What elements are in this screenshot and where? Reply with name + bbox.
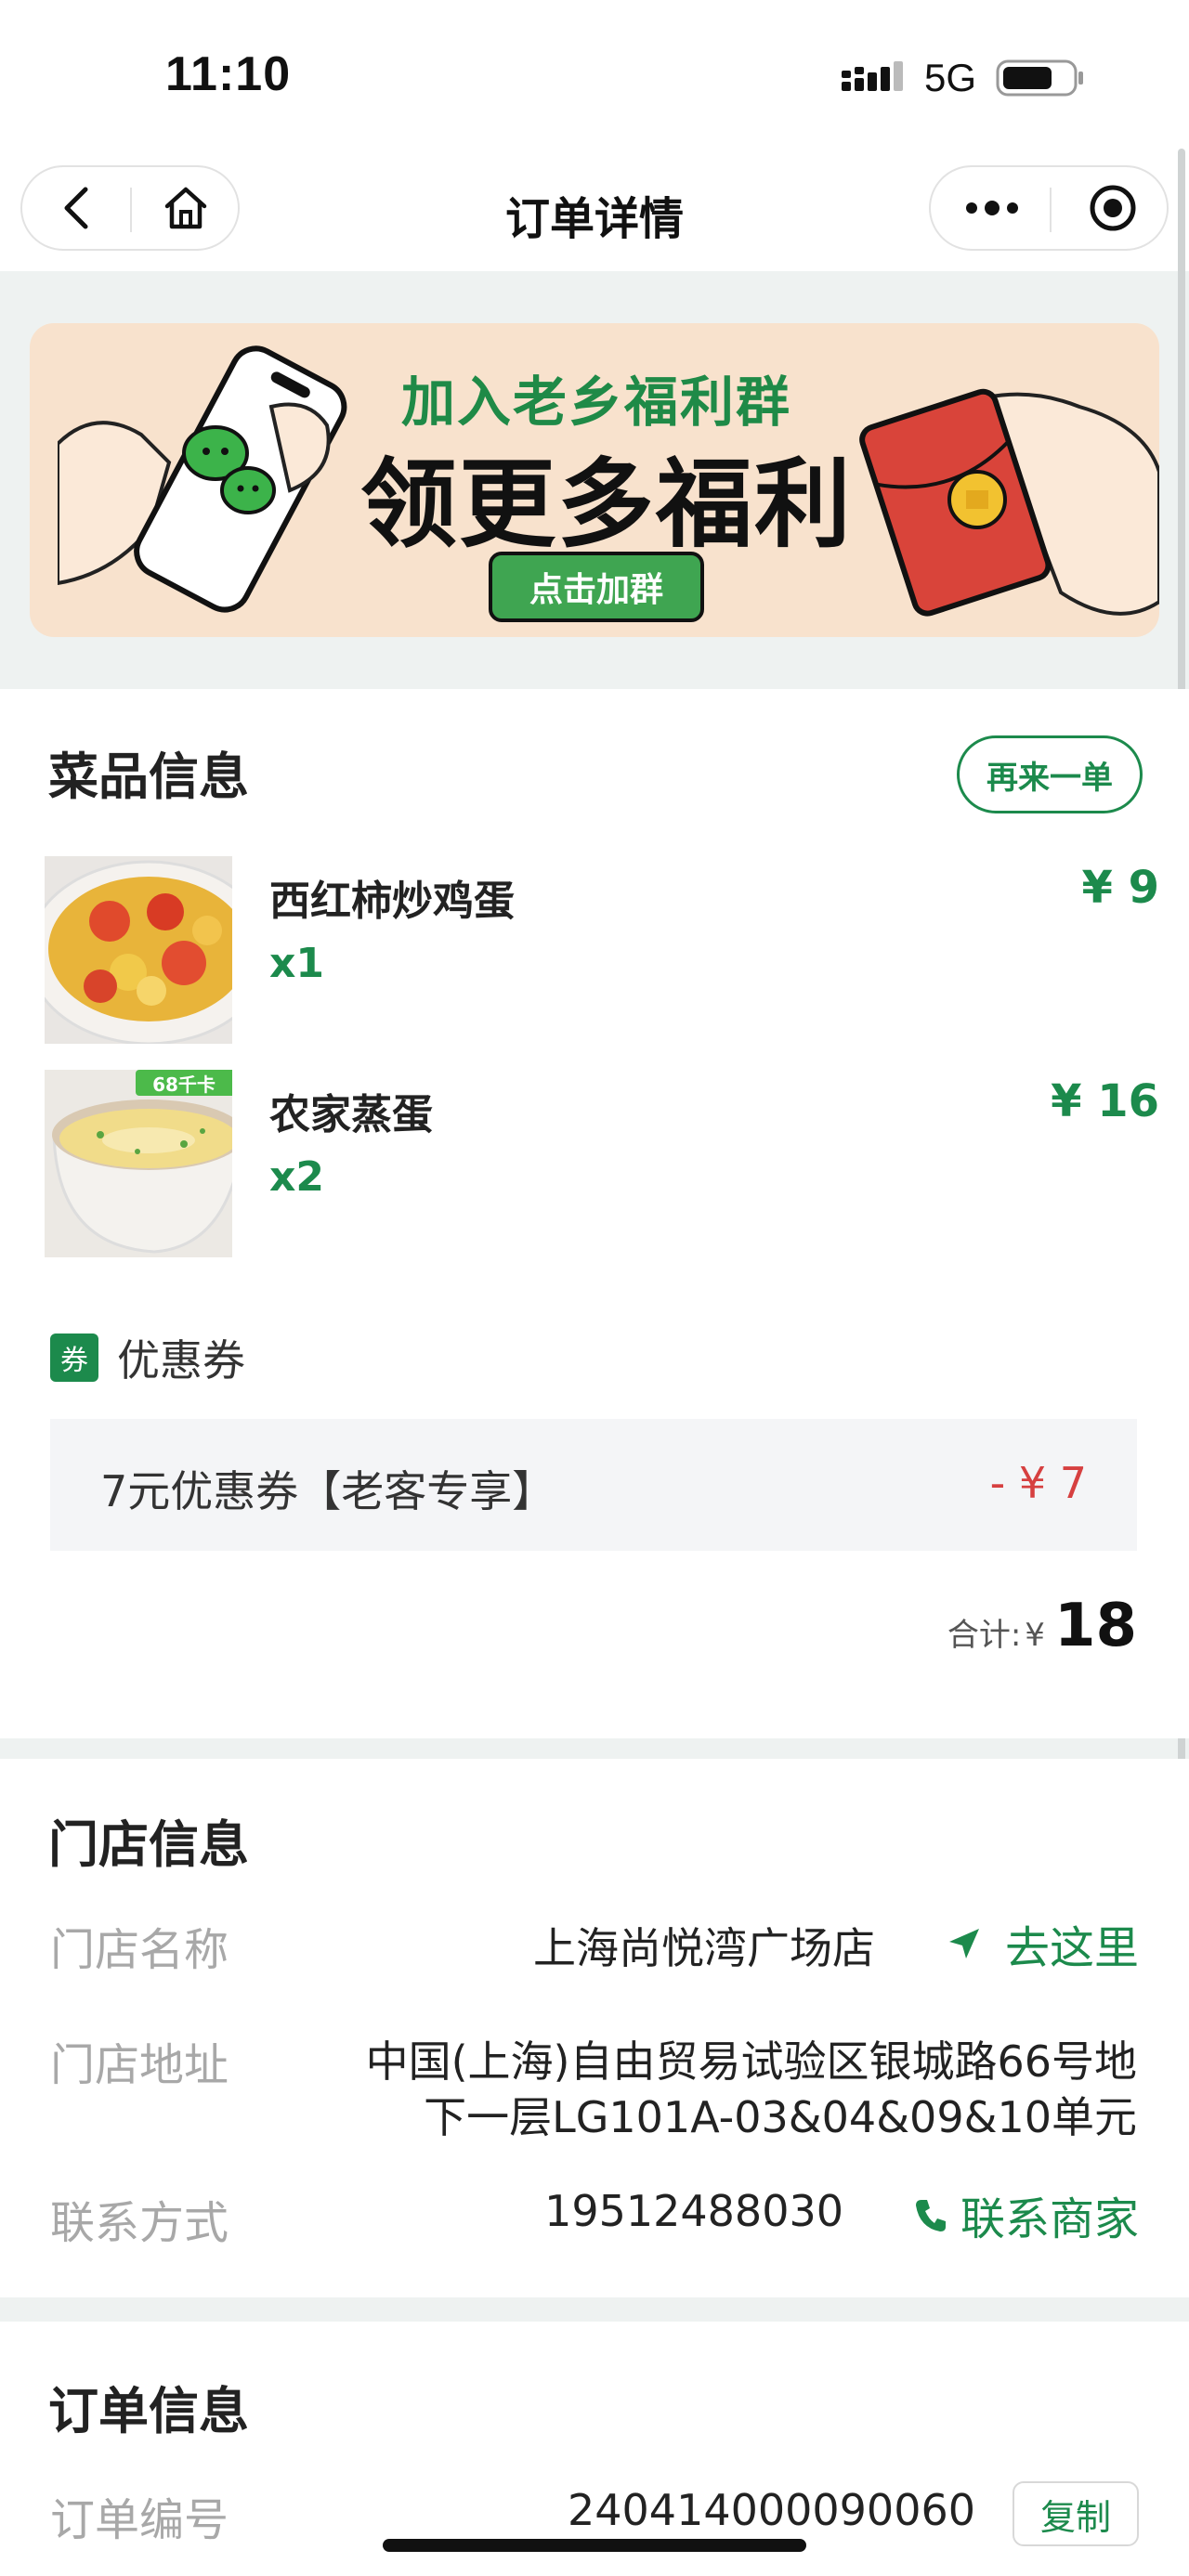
order-number-value: 240414000090060 bbox=[568, 2485, 975, 2535]
dish-name: 农家蒸蛋 bbox=[269, 1091, 433, 1138]
contact-merchant-link[interactable]: 联系商家 bbox=[914, 2182, 1139, 2247]
store-address-line2: 下一层LG101A-03&04&09&10单元 bbox=[424, 2092, 1137, 2142]
coupon-label-row: 券 优惠券 bbox=[50, 1330, 245, 1386]
nav-bar: 订单详情 bbox=[0, 158, 1189, 271]
total-label: 合计: bbox=[947, 1617, 1022, 1654]
more-button[interactable] bbox=[938, 167, 1046, 249]
dish-price: ¥ 9 bbox=[1081, 862, 1159, 914]
total-amount: 18 bbox=[1053, 1592, 1137, 1660]
status-bar: 11:10 5G bbox=[0, 0, 1189, 158]
store-section-title: 门店信息 bbox=[48, 1815, 249, 1874]
coupon-name: 7元优惠券【老客专享】 bbox=[100, 1466, 555, 1516]
copy-button[interactable]: 复制 bbox=[1013, 2481, 1139, 2546]
banner-headline: 领更多福利 bbox=[360, 448, 854, 561]
red-envelope-illustration bbox=[859, 388, 1159, 617]
order-section-title: 订单信息 bbox=[48, 2382, 249, 2440]
store-card: 门店信息 门店名称 上海尚悦湾广场店 去这里 门店地址 中国(上海)自由贸易试验… bbox=[0, 1759, 1189, 2297]
nav-capsule-right bbox=[929, 165, 1169, 251]
dish-item[interactable]: 68千卡 农家蒸蛋 x2 ¥ 16 bbox=[45, 1070, 1159, 1257]
phone-icon bbox=[915, 2200, 946, 2231]
steamed-egg-image bbox=[45, 1070, 232, 1257]
total-currency: ¥ bbox=[1025, 1617, 1045, 1654]
capsule-divider bbox=[1050, 188, 1052, 232]
navigate-link[interactable]: 去这里 bbox=[946, 1911, 1139, 1976]
store-address-line1: 中国(上海)自由贸易试验区银城路66号地 bbox=[365, 2036, 1137, 2087]
coupon-discount: - ¥ 7 bbox=[989, 1458, 1087, 1508]
dish-price: ¥ 16 bbox=[1051, 1075, 1159, 1127]
dish-image bbox=[45, 856, 232, 1044]
dishes-card: 菜品信息 再来一单 西红柿炒鸡蛋 x1 ¥ 9 68千卡 农家蒸蛋 x2 ¥ 1… bbox=[0, 689, 1189, 1738]
signal-icon bbox=[842, 61, 903, 91]
network-type: 5G bbox=[924, 56, 977, 99]
calorie-badge: 68千卡 bbox=[136, 1070, 232, 1096]
order-card: 订单信息 订单编号 240414000090060 复制 bbox=[0, 2322, 1189, 2576]
battery-icon bbox=[996, 59, 1083, 97]
coupon-item: 7元优惠券【老客专享】 - ¥ 7 bbox=[50, 1419, 1137, 1551]
coupon-icon: 券 bbox=[50, 1334, 98, 1382]
order-total: 合计: ¥ 18 bbox=[947, 1592, 1137, 1660]
store-name-value: 上海尚悦湾广场店 bbox=[533, 1923, 875, 1973]
dish-name: 西红柿炒鸡蛋 bbox=[269, 878, 515, 925]
coupon-label: 优惠券 bbox=[117, 1335, 245, 1386]
store-address-label: 门店地址 bbox=[50, 2039, 229, 2091]
promo-banner[interactable]: 加入老乡福利群 领更多福利 点击加群 bbox=[30, 323, 1159, 637]
dish-quantity: x2 bbox=[269, 1153, 324, 1201]
dishes-section-title: 菜品信息 bbox=[48, 748, 249, 806]
location-arrow-icon bbox=[948, 1929, 979, 1958]
contact-phone: 19512488030 bbox=[544, 2186, 843, 2236]
phone-in-hand-illustration bbox=[58, 345, 347, 613]
target-icon bbox=[1090, 185, 1136, 231]
more-dots-icon bbox=[966, 201, 1018, 215]
dish-image: 68千卡 bbox=[45, 1070, 232, 1257]
navigate-label: 去这里 bbox=[1004, 1922, 1139, 1974]
contact-merchant-label: 联系商家 bbox=[960, 2193, 1139, 2245]
reorder-button[interactable]: 再来一单 bbox=[957, 735, 1143, 813]
store-name-label: 门店名称 bbox=[50, 1924, 229, 1976]
dish-item[interactable]: 西红柿炒鸡蛋 x1 ¥ 9 bbox=[45, 856, 1159, 1044]
tomato-egg-image bbox=[45, 856, 232, 1044]
home-indicator[interactable] bbox=[383, 2539, 806, 2552]
dish-quantity: x1 bbox=[269, 940, 324, 987]
contact-label: 联系方式 bbox=[50, 2197, 229, 2249]
close-miniprogram-button[interactable] bbox=[1059, 167, 1167, 249]
status-time: 11:10 bbox=[165, 47, 292, 101]
order-number-label: 订单编号 bbox=[50, 2494, 229, 2546]
join-group-button[interactable]: 点击加群 bbox=[489, 552, 704, 622]
